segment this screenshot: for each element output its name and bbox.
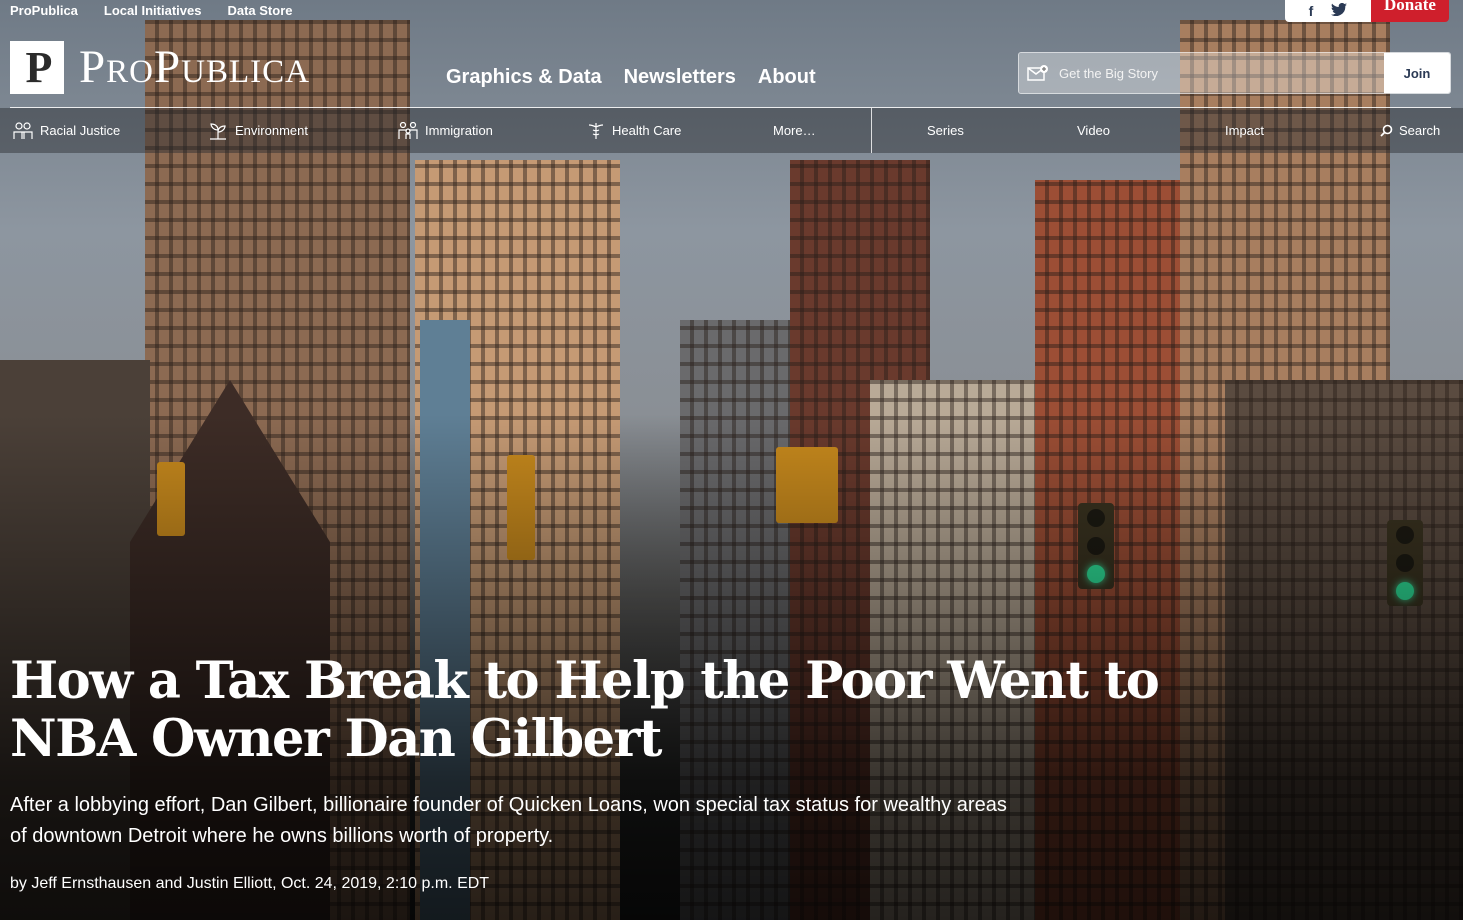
logo-wordmark: ProPublica	[79, 41, 310, 93]
topic-label: Health Care	[612, 123, 682, 138]
video-label: Video	[1077, 123, 1111, 138]
topic-health-care[interactable]: Health Care	[586, 108, 681, 153]
topic-label: Environment	[235, 123, 308, 138]
primary-nav: Graphics & Data Newsletters About	[446, 66, 816, 89]
email-field[interactable]	[1057, 64, 1361, 82]
article-dek: After a lobbying effort, Dan Gilbert, bi…	[10, 794, 1007, 847]
topic-more[interactable]: More…	[773, 108, 816, 153]
leaf-icon	[210, 122, 226, 140]
join-button[interactable]: Join	[1384, 53, 1450, 93]
donate-button[interactable]: Donate	[1371, 0, 1449, 22]
more-label: More…	[773, 123, 816, 138]
caduceus-icon	[588, 122, 604, 139]
article-headline: How a Tax Break to Help the Poor Went to…	[10, 651, 1160, 769]
article-byline: by Jeff Ernsthausen and Justin Elliott, …	[10, 875, 490, 892]
signup-field-wrap	[1019, 53, 1384, 93]
nav-about[interactable]: About	[758, 66, 816, 89]
topic-racial-justice[interactable]: Racial Justice	[12, 108, 120, 153]
topic-label: Racial Justice	[40, 123, 121, 138]
twitter-icon[interactable]	[1331, 2, 1348, 19]
subnav-divider	[871, 108, 872, 153]
newsletter-signup: Join	[1018, 52, 1451, 94]
topic-environment[interactable]: Environment	[207, 108, 308, 153]
facebook-icon[interactable]: f	[1309, 3, 1314, 19]
social-links: f	[1285, 0, 1371, 22]
site-logo[interactable]: P ProPublica	[10, 41, 310, 94]
utility-nav: ProPublica Local Initiatives Data Store	[10, 3, 293, 18]
family-icon	[398, 121, 418, 139]
nav-graphics-data[interactable]: Graphics & Data	[446, 66, 602, 89]
series-label: Series	[927, 123, 964, 138]
envelope-plus-icon	[1027, 65, 1048, 81]
utility-link-propublica[interactable]: ProPublica	[10, 3, 78, 18]
nav-impact[interactable]: Impact	[1225, 108, 1264, 153]
people-icon	[13, 121, 33, 139]
nav-newsletters[interactable]: Newsletters	[624, 66, 736, 89]
search-button[interactable]: Search	[1380, 108, 1440, 153]
topic-label: Immigration	[425, 123, 493, 138]
topic-nav: Racial Justice Environment Immigration H…	[0, 108, 1463, 153]
impact-label: Impact	[1225, 123, 1265, 138]
nav-series[interactable]: Series	[927, 108, 964, 153]
utility-link-local-initiatives[interactable]: Local Initiatives	[104, 3, 202, 18]
utility-link-data-store[interactable]: Data Store	[227, 3, 292, 18]
search-icon	[1380, 124, 1393, 137]
topic-immigration[interactable]: Immigration	[397, 108, 493, 153]
logo-mark: P	[10, 41, 64, 94]
nav-video[interactable]: Video	[1077, 108, 1110, 153]
search-label: Search	[1399, 123, 1441, 138]
